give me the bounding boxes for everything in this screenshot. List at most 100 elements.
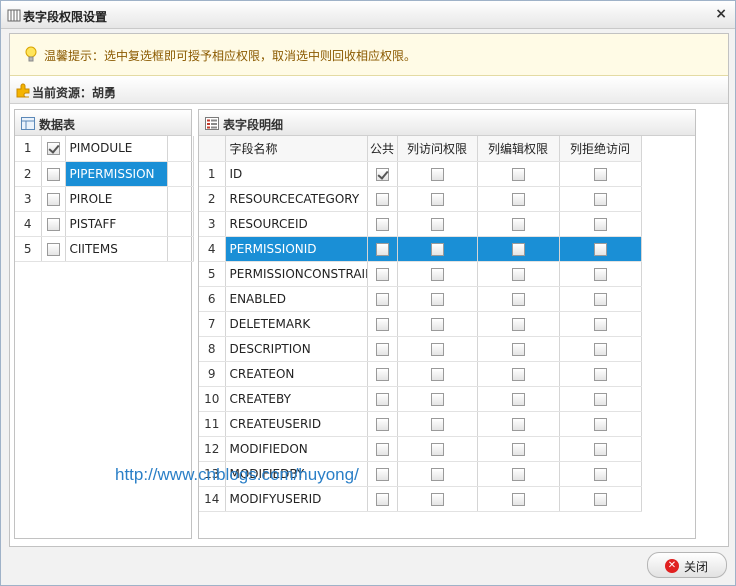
edit-checkbox-cell	[477, 386, 560, 412]
field-row[interactable]: 1 ID	[199, 161, 642, 187]
field-row[interactable]: 8 DESCRIPTION	[199, 336, 642, 362]
field-row[interactable]: 5 PERMISSIONCONSTRAINT	[199, 261, 642, 287]
column-header-deny[interactable]: 列拒绝访问	[559, 136, 642, 162]
deny-checkbox-cell	[559, 161, 642, 187]
access-checkbox[interactable]	[430, 467, 444, 481]
deny-checkbox[interactable]	[593, 392, 607, 406]
table-row[interactable]: 5 CIITEMS	[15, 236, 194, 262]
edit-checkbox[interactable]	[511, 242, 525, 256]
field-row[interactable]: 11 CREATEUSERID	[199, 411, 642, 437]
deny-checkbox[interactable]	[593, 367, 607, 381]
public-checkbox[interactable]	[375, 392, 389, 406]
public-checkbox[interactable]	[375, 317, 389, 331]
edit-checkbox[interactable]	[511, 417, 525, 431]
column-header-field-name[interactable]: 字段名称	[225, 136, 368, 162]
edit-checkbox[interactable]	[511, 317, 525, 331]
access-checkbox[interactable]	[430, 267, 444, 281]
deny-checkbox[interactable]	[593, 267, 607, 281]
edit-checkbox-cell	[477, 411, 560, 437]
row-checkbox[interactable]	[46, 217, 60, 231]
edit-checkbox[interactable]	[511, 217, 525, 231]
public-checkbox[interactable]	[375, 342, 389, 356]
deny-checkbox[interactable]	[593, 342, 607, 356]
public-checkbox[interactable]	[375, 417, 389, 431]
row-checkbox[interactable]	[46, 242, 60, 256]
field-row[interactable]: 4 PERMISSIONID	[199, 236, 642, 262]
public-checkbox[interactable]	[375, 267, 389, 281]
column-header-edit[interactable]: 列编辑权限	[477, 136, 560, 162]
access-checkbox[interactable]	[430, 367, 444, 381]
row-checkbox[interactable]	[46, 167, 60, 181]
access-checkbox[interactable]	[430, 417, 444, 431]
deny-checkbox[interactable]	[593, 492, 607, 506]
deny-checkbox[interactable]	[593, 442, 607, 456]
current-resource-bar: 当前资源：胡勇	[10, 77, 728, 104]
field-row[interactable]: 10 CREATEBY	[199, 386, 642, 412]
deny-checkbox[interactable]	[593, 317, 607, 331]
row-checkbox[interactable]	[46, 192, 60, 206]
table-row[interactable]: 1 PIMODULE	[15, 136, 194, 162]
edit-checkbox[interactable]	[511, 267, 525, 281]
public-checkbox[interactable]	[375, 367, 389, 381]
access-checkbox[interactable]	[430, 192, 444, 206]
edit-checkbox[interactable]	[511, 192, 525, 206]
table-row[interactable]: 4 PISTAFF	[15, 211, 194, 237]
table-row[interactable]: 2 PIPERMISSION	[15, 161, 194, 187]
public-checkbox[interactable]	[375, 467, 389, 481]
public-checkbox-cell	[367, 436, 398, 462]
deny-checkbox-cell	[559, 361, 642, 387]
edit-checkbox[interactable]	[511, 367, 525, 381]
public-checkbox[interactable]	[375, 217, 389, 231]
deny-checkbox[interactable]	[593, 167, 607, 181]
row-checkbox[interactable]	[46, 142, 60, 156]
access-checkbox[interactable]	[430, 217, 444, 231]
deny-checkbox[interactable]	[593, 292, 607, 306]
field-name: ID	[225, 161, 368, 187]
table-name: PIROLE	[65, 186, 168, 212]
access-checkbox[interactable]	[430, 342, 444, 356]
field-row[interactable]: 3 RESOURCEID	[199, 211, 642, 237]
column-header-access[interactable]: 列访问权限	[397, 136, 478, 162]
access-checkbox[interactable]	[430, 242, 444, 256]
deny-checkbox[interactable]	[593, 467, 607, 481]
access-checkbox[interactable]	[430, 167, 444, 181]
table-row[interactable]: 3 PIROLE	[15, 186, 194, 212]
public-checkbox[interactable]	[375, 292, 389, 306]
deny-checkbox-cell	[559, 261, 642, 287]
field-row[interactable]: 7 DELETEMARK	[199, 311, 642, 337]
access-checkbox[interactable]	[430, 442, 444, 456]
table-name: PIPERMISSION	[65, 161, 168, 187]
close-icon[interactable]: ×	[715, 6, 727, 22]
edit-checkbox-cell	[477, 211, 560, 237]
field-row[interactable]: 14 MODIFYUSERID	[199, 486, 642, 512]
public-checkbox[interactable]	[375, 492, 389, 506]
edit-checkbox[interactable]	[511, 442, 525, 456]
deny-checkbox[interactable]	[593, 192, 607, 206]
edit-checkbox[interactable]	[511, 342, 525, 356]
edit-checkbox[interactable]	[511, 292, 525, 306]
access-checkbox[interactable]	[430, 292, 444, 306]
deny-checkbox[interactable]	[593, 417, 607, 431]
column-header-public[interactable]: 公共	[367, 136, 398, 162]
public-checkbox[interactable]	[375, 442, 389, 456]
edit-checkbox[interactable]	[511, 467, 525, 481]
public-checkbox[interactable]	[375, 167, 389, 181]
field-row[interactable]: 9 CREATEON	[199, 361, 642, 387]
edit-checkbox[interactable]	[511, 492, 525, 506]
field-row[interactable]: 6 ENABLED	[199, 286, 642, 312]
edit-checkbox[interactable]	[511, 392, 525, 406]
close-button[interactable]: ✕ 关闭	[647, 552, 727, 578]
field-row[interactable]: 12 MODIFIEDON	[199, 436, 642, 462]
access-checkbox[interactable]	[430, 492, 444, 506]
table-icon	[21, 117, 35, 130]
access-checkbox[interactable]	[430, 317, 444, 331]
access-checkbox[interactable]	[430, 392, 444, 406]
deny-checkbox[interactable]	[593, 217, 607, 231]
public-checkbox[interactable]	[375, 242, 389, 256]
deny-checkbox[interactable]	[593, 242, 607, 256]
edit-checkbox[interactable]	[511, 167, 525, 181]
field-row[interactable]: 2 RESOURCECATEGORY	[199, 186, 642, 212]
edit-checkbox-cell	[477, 236, 560, 262]
current-resource-label: 当前资源：胡勇	[32, 86, 117, 100]
public-checkbox[interactable]	[375, 192, 389, 206]
